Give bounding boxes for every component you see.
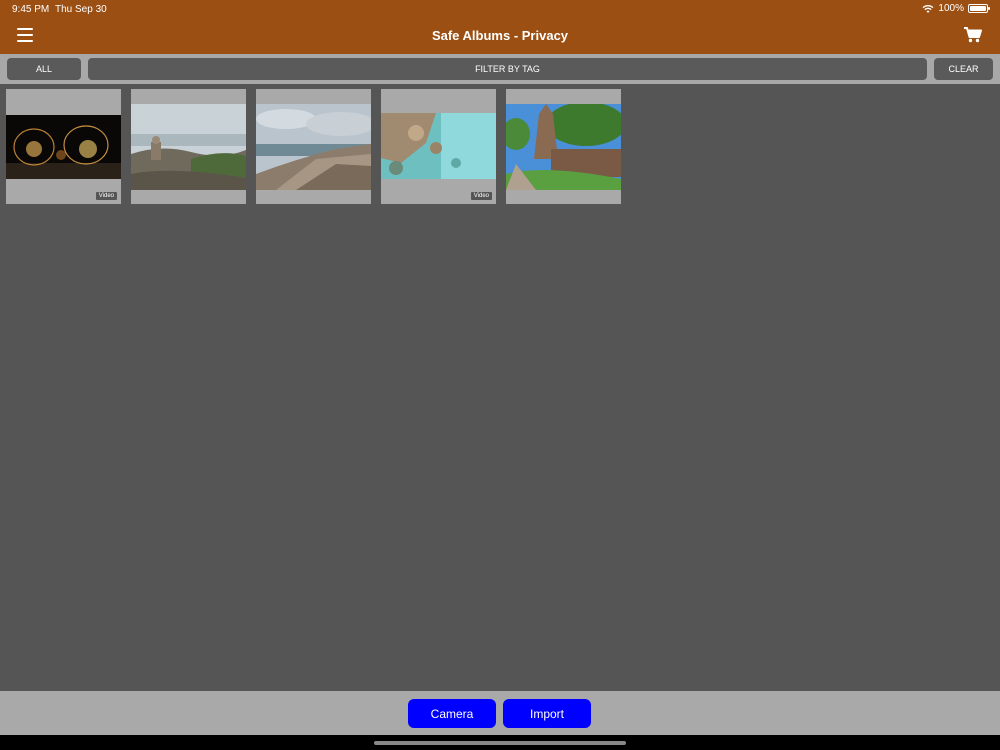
all-button[interactable]: ALL [7, 58, 81, 80]
status-bar: 9:45 PM Thu Sep 30 100% [0, 0, 1000, 18]
clear-button[interactable]: CLEAR [934, 58, 993, 80]
thumbnail-image [131, 104, 246, 190]
status-date: Thu Sep 30 [55, 4, 107, 15]
status-right: 100% [922, 3, 990, 14]
battery-percent: 100% [938, 3, 964, 14]
thumbnail-image [256, 104, 371, 190]
thumbnail-image [6, 115, 121, 179]
navigation-bar: 9:45 PM Thu Sep 30 100% Safe Albums - Pr… [0, 0, 1000, 54]
thumbnail-image [381, 113, 496, 179]
status-time: 9:45 PM [12, 4, 50, 15]
camera-button[interactable]: Camera [408, 699, 496, 728]
app-screen: 9:45 PM Thu Sep 30 100% Safe Albums - Pr… [0, 0, 1000, 750]
video-badge: Video [470, 192, 492, 200]
import-button[interactable]: Import [503, 699, 591, 728]
thumbnail-2[interactable] [131, 89, 246, 204]
video-badge: Video [95, 192, 117, 200]
wifi-icon [922, 4, 934, 13]
thumbnail-1[interactable]: Video [6, 89, 121, 204]
battery-icon [968, 4, 990, 13]
page-title: Safe Albums - Privacy [431, 28, 569, 43]
filter-by-tag-button[interactable]: FILTER BY TAG [88, 58, 927, 80]
home-indicator[interactable] [374, 741, 626, 745]
filter-bar: ALL FILTER BY TAG CLEAR [0, 54, 1000, 84]
thumbnail-5[interactable] [506, 89, 621, 204]
bottom-toolbar: Camera Import [0, 691, 1000, 735]
thumbnail-image [506, 104, 621, 190]
thumbnail-3[interactable] [256, 89, 371, 204]
cart-icon[interactable] [964, 27, 982, 43]
photo-grid: Video Video [6, 89, 621, 204]
thumbnail-4[interactable]: Video [381, 89, 496, 204]
